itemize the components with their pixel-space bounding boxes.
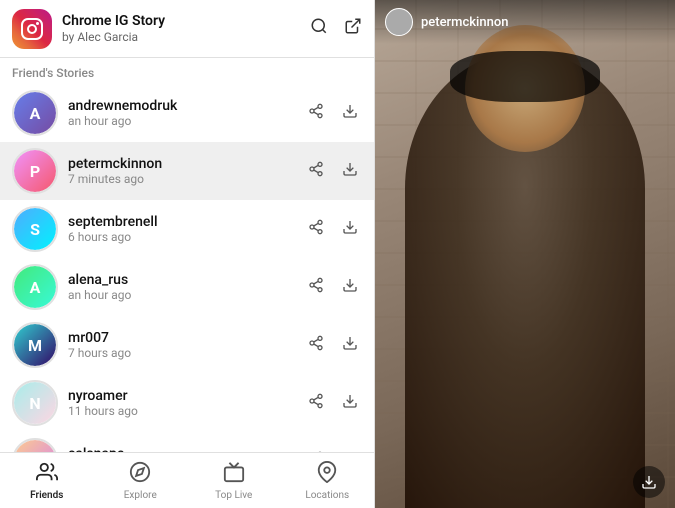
story-item[interactable]: S septembrenell 6 hours ago xyxy=(0,200,374,258)
story-time: an hour ago xyxy=(68,288,304,302)
avatar-image: P xyxy=(14,150,56,192)
search-button[interactable] xyxy=(310,17,328,40)
top-live-icon xyxy=(223,461,245,488)
explore-label: Explore xyxy=(124,490,157,501)
avatar: M xyxy=(12,322,58,368)
avatar: S xyxy=(12,206,58,252)
avatar-image: S xyxy=(14,208,56,250)
explore-icon xyxy=(129,461,151,488)
download-button[interactable] xyxy=(338,215,362,244)
story-actions xyxy=(304,157,362,186)
story-username-label: mr007 xyxy=(68,330,304,346)
story-user-bar: petermckinnon xyxy=(375,0,675,44)
story-actions xyxy=(304,389,362,418)
external-link-button[interactable] xyxy=(344,17,362,40)
story-actions xyxy=(304,273,362,302)
friends-label: Friends xyxy=(30,490,63,501)
story-info: andrewnemodruk an hour ago xyxy=(68,98,304,128)
avatar: N xyxy=(12,380,58,426)
story-username-label: nyroamer xyxy=(68,388,304,404)
avatar-image: N xyxy=(14,382,56,424)
app-title: Chrome IG Story xyxy=(62,13,310,30)
story-time: 7 minutes ago xyxy=(68,172,304,186)
video-download-button[interactable] xyxy=(633,466,665,498)
avatar-image: A xyxy=(14,266,56,308)
section-label: Friend's Stories xyxy=(0,58,374,84)
download-button[interactable] xyxy=(338,99,362,128)
share-button[interactable] xyxy=(304,157,328,186)
share-button[interactable] xyxy=(304,99,328,128)
story-item[interactable]: C calsnape 12 hours ago xyxy=(0,432,374,452)
avatar-image: C xyxy=(14,440,56,452)
nav-item-explore[interactable]: Explore xyxy=(94,453,188,508)
download-button[interactable] xyxy=(338,331,362,360)
story-actions xyxy=(304,215,362,244)
avatar-image: M xyxy=(14,324,56,366)
nav-item-friends[interactable]: Friends xyxy=(0,453,94,508)
avatar: C xyxy=(12,438,58,452)
app-subtitle: by Alec Garcia xyxy=(62,30,310,44)
nav-item-top-live[interactable]: Top Live xyxy=(187,453,281,508)
nav-item-locations[interactable]: Locations xyxy=(281,453,375,508)
story-time: 6 hours ago xyxy=(68,230,304,244)
story-time: 11 hours ago xyxy=(68,404,304,418)
avatar: A xyxy=(12,264,58,310)
avatar-image: A xyxy=(14,92,56,134)
left-panel: Chrome IG Story by Alec Garcia Friend's … xyxy=(0,0,375,508)
story-item[interactable]: M mr007 7 hours ago xyxy=(0,316,374,374)
story-username: petermckinnon xyxy=(421,15,508,30)
story-item[interactable]: A alena_rus an hour ago xyxy=(0,258,374,316)
story-avatar xyxy=(385,8,413,36)
sunglasses-area xyxy=(450,51,600,102)
app-title-block: Chrome IG Story by Alec Garcia xyxy=(62,13,310,44)
story-item[interactable]: N nyroamer 11 hours ago xyxy=(0,374,374,432)
story-username-label: andrewnemodruk xyxy=(68,98,304,114)
locations-icon xyxy=(316,461,338,488)
story-info: alena_rus an hour ago xyxy=(68,272,304,302)
download-button[interactable] xyxy=(338,273,362,302)
app-logo xyxy=(12,9,52,49)
app-header: Chrome IG Story by Alec Garcia xyxy=(0,0,374,58)
avatar: A xyxy=(12,90,58,136)
header-actions xyxy=(310,17,362,40)
video-background xyxy=(375,0,675,508)
story-username-label: alena_rus xyxy=(68,272,304,288)
story-info: mr007 7 hours ago xyxy=(68,330,304,360)
story-list: A andrewnemodruk an hour ago xyxy=(0,84,374,452)
story-info: nyroamer 11 hours ago xyxy=(68,388,304,418)
story-item[interactable]: P petermckinnon 7 minutes ago xyxy=(0,142,374,200)
story-actions xyxy=(304,99,362,128)
bottom-nav: Friends Explore Top Live Locations xyxy=(0,452,374,508)
locations-label: Locations xyxy=(305,490,349,501)
avatar: P xyxy=(12,148,58,194)
share-button[interactable] xyxy=(304,215,328,244)
story-actions xyxy=(304,331,362,360)
story-info: septembrenell 6 hours ago xyxy=(68,214,304,244)
download-button[interactable] xyxy=(338,157,362,186)
story-info: petermckinnon 7 minutes ago xyxy=(68,156,304,186)
story-time: an hour ago xyxy=(68,114,304,128)
share-button[interactable] xyxy=(304,389,328,418)
download-button[interactable] xyxy=(338,389,362,418)
story-username-label: septembrenell xyxy=(68,214,304,230)
right-panel: petermckinnon xyxy=(375,0,675,508)
share-button[interactable] xyxy=(304,331,328,360)
story-username-label: petermckinnon xyxy=(68,156,304,172)
friends-icon xyxy=(36,461,58,488)
story-time: 7 hours ago xyxy=(68,346,304,360)
story-item[interactable]: A andrewnemodruk an hour ago xyxy=(0,84,374,142)
share-button[interactable] xyxy=(304,273,328,302)
top-live-label: Top Live xyxy=(215,490,252,501)
